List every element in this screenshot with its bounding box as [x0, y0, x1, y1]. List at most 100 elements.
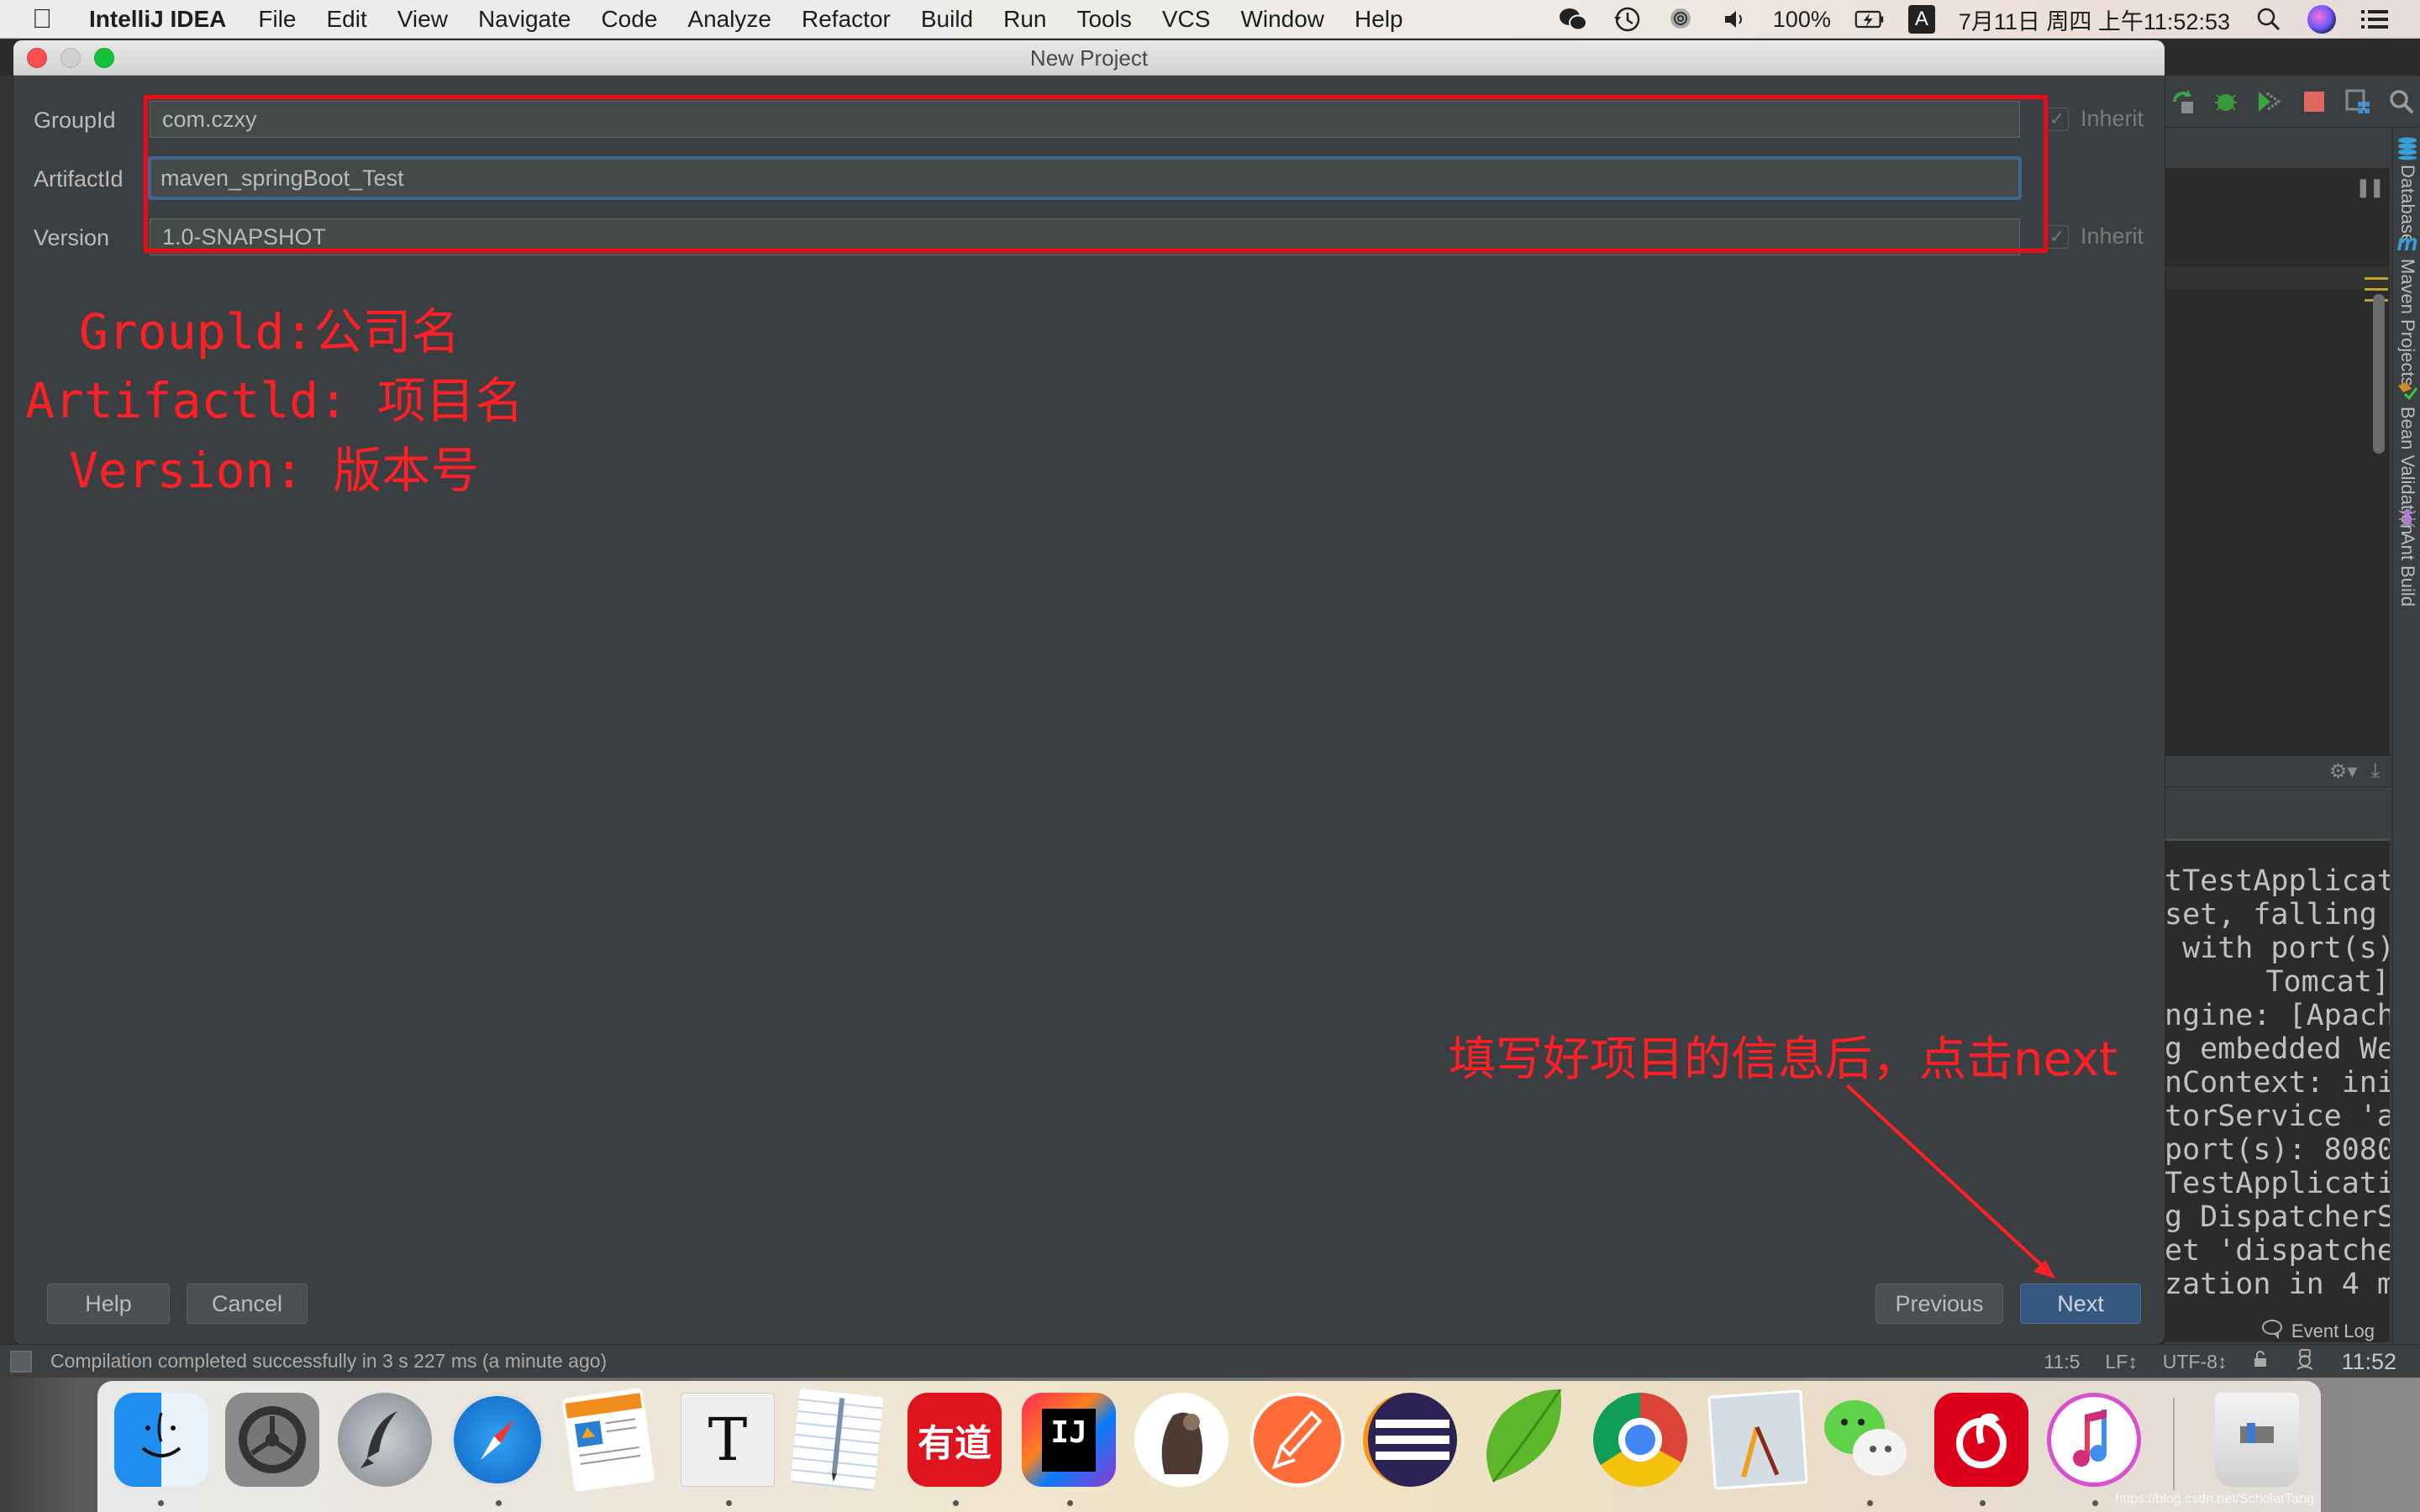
running-indicator — [1067, 1500, 1073, 1506]
status-message[interactable]: Compilation completed successfully in 3 … — [50, 1350, 607, 1373]
menu-navigate[interactable]: Navigate — [478, 6, 571, 33]
menu-tools[interactable]: Tools — [1076, 6, 1131, 33]
running-indicator — [953, 1500, 959, 1506]
maven-icon: m — [2396, 229, 2418, 255]
event-log-button[interactable]: Event Log — [2165, 1319, 2390, 1344]
apple-menu-icon[interactable]:  — [32, 3, 72, 34]
dock-typora[interactable]: T — [681, 1393, 775, 1487]
dock-trash[interactable] — [2215, 1393, 2299, 1487]
running-indicator — [1867, 1500, 1873, 1506]
battery-percent: 100% — [1772, 6, 1831, 32]
dock-postman[interactable] — [1250, 1393, 1344, 1487]
inspector-icon[interactable] — [2294, 1348, 2316, 1375]
line-separator-selector[interactable]: LF↕ — [2105, 1351, 2137, 1373]
pause-icon[interactable]: ❚❚ — [2355, 176, 2385, 198]
dock-youdao[interactable]: 有道 — [908, 1393, 1002, 1487]
settings-gear-icon[interactable]: ⚙▾ — [2329, 759, 2358, 784]
menu-view[interactable]: View — [397, 6, 448, 33]
rocket-icon — [360, 1411, 397, 1468]
event-log-label: Event Log — [2291, 1320, 2375, 1341]
intellij-icon: IJ — [1042, 1408, 1096, 1472]
pencil-icon — [831, 1398, 845, 1482]
cancel-button[interactable]: Cancel — [187, 1284, 308, 1324]
stop-icon[interactable] — [2301, 88, 2328, 115]
dock-intellij[interactable]: IJ — [1022, 1393, 1116, 1487]
dock-netease-music[interactable] — [1934, 1393, 2028, 1487]
input-method-icon[interactable]: A — [1907, 5, 1935, 34]
dock-instruments[interactable] — [1707, 1389, 1808, 1490]
dock-coda[interactable] — [1476, 1389, 1570, 1487]
menu-window[interactable]: Window — [1240, 6, 1324, 33]
running-indicator — [496, 1500, 502, 1506]
time-machine-icon[interactable] — [1612, 4, 1642, 34]
console-line: with port(s) — [2165, 932, 2390, 965]
wechat-icon[interactable] — [1558, 4, 1588, 34]
menu-edit[interactable]: Edit — [327, 6, 367, 33]
coverage-icon[interactable] — [2257, 88, 2284, 115]
project-structure-icon[interactable] — [2344, 88, 2371, 115]
tool-tab-maven-projects[interactable]: m Maven Projects — [2393, 229, 2420, 386]
dock-safari[interactable] — [450, 1393, 544, 1487]
menu-run[interactable]: Run — [1003, 6, 1046, 33]
compass-icon — [481, 1420, 514, 1460]
dock-system-preferences[interactable] — [225, 1393, 319, 1487]
menu-file[interactable]: File — [258, 6, 296, 33]
notification-center-icon[interactable] — [2360, 4, 2390, 34]
console-line: TestApplicati — [2165, 1167, 2390, 1200]
caret-position[interactable]: 11:5 — [2044, 1351, 2080, 1373]
menu-analyze[interactable]: Analyze — [687, 6, 771, 33]
netease-icon — [1956, 1413, 2007, 1468]
console-line: g DispatcherS — [2165, 1200, 2390, 1234]
status-clock: 11:52 — [2341, 1348, 2396, 1374]
debug-icon[interactable] — [2213, 88, 2240, 115]
wechat-app-icon — [1824, 1400, 1907, 1476]
readonly-lock-icon[interactable] — [2252, 1350, 2269, 1373]
next-button[interactable]: Next — [2020, 1284, 2141, 1324]
tool-windows-toggle-icon[interactable] — [10, 1350, 32, 1373]
dock-itunes[interactable] — [2047, 1393, 2141, 1487]
help-button[interactable]: Help — [47, 1284, 170, 1324]
dock-finder[interactable] — [114, 1393, 208, 1487]
menu-help[interactable]: Help — [1355, 6, 1403, 33]
previous-button[interactable]: Previous — [1876, 1284, 2003, 1324]
dock-pages[interactable] — [561, 1387, 655, 1493]
clock[interactable]: 7月11日 周四 上午11:52:53 — [1959, 3, 2230, 36]
dock-launchpad[interactable] — [338, 1393, 432, 1487]
battery-icon[interactable] — [1854, 4, 1885, 34]
menu-vcs[interactable]: VCS — [1162, 6, 1211, 33]
dock-chrome[interactable] — [1593, 1393, 1687, 1487]
dock-eclipse[interactable] — [1363, 1393, 1457, 1487]
dock-separator — [2173, 1398, 2175, 1490]
tool-tab-database[interactable]: Database — [2393, 137, 2420, 244]
menu-build[interactable]: Build — [921, 6, 973, 33]
console-line: ngine: [Apach — [2165, 999, 2390, 1032]
running-indicator — [2092, 1500, 2098, 1506]
tool-tab-ant-build[interactable]: Ant Build — [2393, 506, 2420, 606]
rerun-icon[interactable] — [2170, 88, 2196, 115]
app-menu[interactable]: IntelliJ IDEA — [89, 6, 226, 33]
menu-extras: 100% A 7月11日 周四 上午11:52:53 — [1558, 0, 2420, 39]
hide-panel-icon[interactable]: ⤓ — [2370, 759, 2380, 783]
spotlight-icon[interactable] — [2254, 4, 2284, 34]
run-console: tTestApplicat set, falling with port(s) To… — [2165, 838, 2390, 1342]
dock-textedit[interactable] — [790, 1389, 884, 1491]
editor-scrollbar[interactable] — [2373, 294, 2385, 454]
vpn-icon[interactable] — [1665, 4, 1696, 34]
volume-icon[interactable] — [1719, 4, 1749, 34]
chrome-icon — [1618, 1418, 1662, 1462]
running-indicator — [726, 1500, 732, 1506]
dock-wechat[interactable] — [1820, 1393, 1914, 1487]
siri-icon[interactable] — [2307, 5, 2336, 34]
menu-code[interactable]: Code — [601, 6, 657, 33]
tool-window-subheader — [2165, 786, 2390, 828]
search-everywhere-icon[interactable] — [2388, 88, 2415, 115]
menu-refactor[interactable]: Refactor — [802, 6, 891, 33]
encoding-selector[interactable]: UTF-8↕ — [2163, 1351, 2228, 1373]
tool-tab-label: Ant Build — [2397, 533, 2418, 607]
console-line: tTestApplicat — [2165, 864, 2390, 898]
tool-tab-label: Maven Projects — [2397, 259, 2418, 386]
trash-icon — [2240, 1423, 2274, 1443]
dock-dbeaver[interactable] — [1134, 1393, 1228, 1487]
ide-status-bar: Compilation completed successfully in 3 … — [0, 1344, 2420, 1378]
console-line: nContext: ini — [2165, 1066, 2390, 1100]
